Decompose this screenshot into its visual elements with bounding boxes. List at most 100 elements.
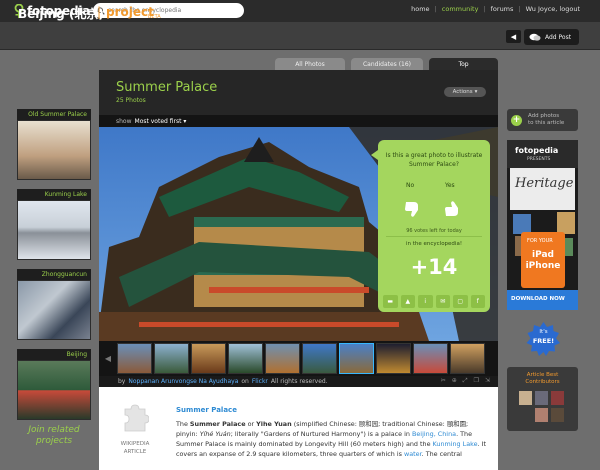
vote-count: +14	[410, 255, 458, 279]
fullscreen-icon[interactable]: ⤢	[463, 377, 468, 385]
wikipedia-label: WIKIPEDIA	[120, 441, 150, 447]
article-title[interactable]: Summer Palace	[116, 80, 217, 95]
wiki-article-title[interactable]: Summer Palace	[176, 406, 237, 414]
add-photos-text: Add photos to this article	[528, 113, 564, 127]
filmstrip-thumb[interactable]	[228, 343, 263, 374]
nav-forums-link[interactable]: forums	[491, 5, 514, 13]
tools-icon[interactable]: ✂	[441, 377, 446, 385]
heritage-app-ad[interactable]: fotopedia PRESENTS Heritage FOR YOUR iPa…	[507, 140, 578, 310]
wiki-text-span: Summer Palace is mainly dominated by Lon…	[176, 440, 433, 448]
credit-on: on	[241, 378, 249, 385]
avatar[interactable]	[551, 391, 564, 405]
filmstrip-thumb[interactable]	[302, 343, 337, 374]
tab-top[interactable]: Top	[429, 58, 498, 70]
avatar[interactable]	[535, 408, 548, 422]
info-icon[interactable]: i	[418, 295, 433, 308]
top-nav-links: home | community | forums | Wu Joyce, lo…	[411, 5, 580, 13]
tab-candidates[interactable]: Candidates (16)	[351, 58, 423, 70]
actions-dropdown[interactable]: Actions ▾	[444, 87, 486, 97]
filmstrip-thumb[interactable]	[265, 343, 300, 374]
photo-filmstrip: ◀	[99, 341, 498, 376]
avatar[interactable]	[519, 408, 532, 422]
votes-left-text: 96 votes left for today	[406, 228, 462, 234]
related-card-label: Zhongguancun	[17, 269, 91, 280]
wiki-text-span: The	[176, 420, 190, 428]
related-card-kunming-lake[interactable]: Kunming Lake	[17, 189, 91, 260]
chevron-down-icon: ▾	[474, 89, 478, 95]
email-icon[interactable]: ✉	[435, 295, 450, 308]
avatar[interactable]	[551, 408, 564, 422]
photo-credit: by Noppanan Arunvongse Na Ayudhaya on Fl…	[99, 376, 498, 387]
expand-icon[interactable]: ⇲	[485, 377, 490, 385]
avatar[interactable]	[535, 391, 548, 405]
filmstrip-thumb[interactable]	[376, 343, 411, 374]
avatar[interactable]	[519, 391, 532, 405]
wiki-link-kunming-lake[interactable]: Kunming Lake	[433, 440, 478, 448]
ad-download[interactable]: DOWNLOAD NOW	[511, 296, 565, 302]
arrow-left-icon: ◀	[510, 32, 517, 41]
contributor-avatars	[519, 391, 569, 422]
add-photos-button[interactable]: + Add photos to this article	[507, 109, 578, 131]
wiki-line: covers an expanse of 2.9 square kilomete…	[176, 449, 488, 459]
wiki-text-bold: Summer Palace	[189, 420, 246, 428]
filmstrip-thumb[interactable]	[154, 343, 189, 374]
wiki-text-span: pinyin:	[176, 430, 200, 438]
ad-title: Heritage	[515, 176, 574, 191]
related-card-image	[18, 121, 90, 179]
thumbs-up-icon[interactable]	[442, 198, 464, 220]
thumbs-down-icon[interactable]	[402, 198, 424, 220]
related-card-image	[18, 201, 90, 259]
plus-icon: +	[511, 114, 522, 126]
nav-separator: |	[434, 5, 437, 13]
filmstrip-prev-icon[interactable]: ◀	[99, 354, 117, 363]
related-card-beijing[interactable]: Beijing	[17, 349, 91, 420]
warning-icon[interactable]: ▲	[400, 295, 415, 308]
wiki-link-water[interactable]: water	[404, 450, 422, 458]
filmstrip-thumb[interactable]	[191, 343, 226, 374]
wiki-text-span: ; literally "Gardens of Nurtured Harmony…	[230, 430, 412, 438]
filmstrip-thumb-selected[interactable]	[339, 343, 374, 374]
wiki-article-text: The Summer Palace or Yihe Yuan (simplifi…	[176, 419, 488, 459]
filmstrip-thumb[interactable]	[413, 343, 448, 374]
tab-all-photos[interactable]: All Photos	[275, 58, 345, 70]
nav-user-logout-link[interactable]: Wu Joyce, logout	[526, 5, 580, 13]
ad-presents: PRESENTS	[527, 157, 551, 162]
related-card-image	[18, 361, 90, 419]
filmstrip-thumb[interactable]	[117, 343, 152, 374]
header-separator: |	[97, 5, 102, 19]
wiki-text-span: or	[245, 420, 257, 428]
project-city-title[interactable]: Beijing (北京)	[18, 5, 104, 22]
add-post-button[interactable]: Add Post	[524, 29, 579, 45]
actions-label: Actions	[452, 89, 473, 95]
related-card-zhongguancun[interactable]: Zhongguancun	[17, 269, 91, 340]
wiki-text-italic: Yíhé Yuán	[199, 430, 231, 438]
photo-count: 25 Photos	[116, 97, 146, 104]
related-card-label: Beijing	[17, 349, 91, 360]
wiki-text-span: . It	[477, 440, 486, 448]
credit-by: by	[118, 378, 126, 385]
credit-source-link[interactable]: Flickr	[252, 378, 268, 385]
embed-icon[interactable]: ▢	[453, 295, 468, 308]
wiki-line: Summer Palace is mainly dominated by Lon…	[176, 439, 488, 449]
join-related-projects-link[interactable]: Join related projects	[20, 425, 88, 447]
wiki-link-beijing[interactable]: Beijing, China	[412, 430, 456, 438]
comment-icon[interactable]: ▬	[383, 295, 398, 308]
related-card-old-summer-palace[interactable]: Old Summer Palace	[17, 109, 91, 180]
back-button[interactable]: ◀	[506, 30, 521, 43]
credit-author-link[interactable]: Noppanan Arunvongse Na Ayudhaya	[128, 378, 238, 385]
nav-separator: |	[483, 5, 486, 13]
sort-select[interactable]: Most voted first ▾	[135, 118, 187, 125]
nav-community-link[interactable]: community	[442, 5, 479, 13]
wiki-line: The Summer Palace or Yihe Yuan (simplifi…	[176, 419, 488, 429]
show-label: show	[116, 117, 132, 125]
nav-home-link[interactable]: home	[411, 5, 429, 13]
add-post-label: Add Post	[545, 33, 572, 41]
facebook-icon[interactable]: f	[470, 295, 485, 308]
copy-icon[interactable]: ❐	[474, 377, 479, 385]
article-label: ARTICLE	[123, 449, 147, 455]
ad-for-your: FOR YOUR	[527, 238, 553, 244]
filmstrip-thumb[interactable]	[450, 343, 485, 374]
related-card-label: Kunming Lake	[17, 189, 91, 200]
contributors-title: Article Best Contributors	[507, 372, 578, 386]
zoom-icon[interactable]: ⊕	[452, 377, 457, 385]
